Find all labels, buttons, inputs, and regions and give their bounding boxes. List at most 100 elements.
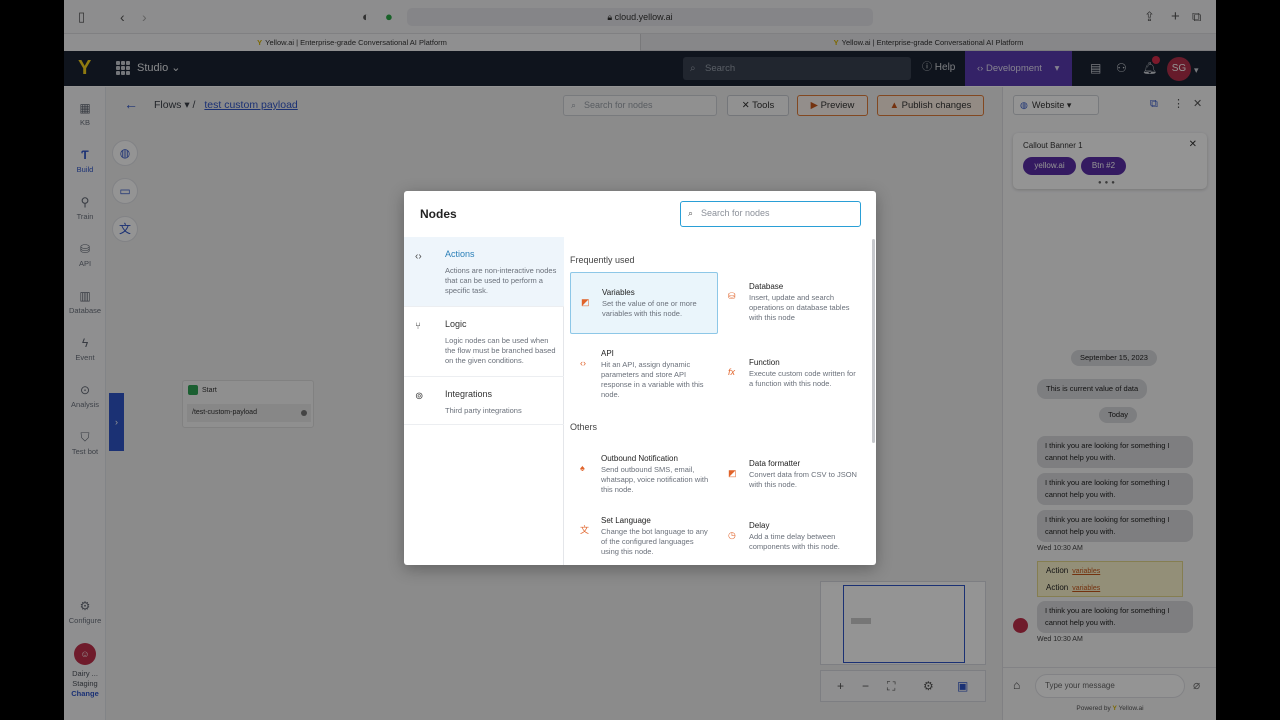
- category-logic[interactable]: ⑂ Logic Logic nodes can be used when the…: [404, 307, 564, 377]
- action-value-link[interactable]: variables: [1072, 585, 1100, 592]
- node-data-formatter[interactable]: ◩ Data formatter Convert data from CSV t…: [718, 444, 866, 506]
- add-user-icon[interactable]: ⚇: [1116, 61, 1127, 75]
- attachment-icon[interactable]: ⌀: [1193, 678, 1200, 692]
- start-node-title: Start: [202, 386, 217, 394]
- search-placeholder: Search for nodes: [701, 208, 770, 218]
- category-list: ‹› Actions Actions are non-interactive n…: [404, 237, 564, 565]
- section-others: Others: [570, 422, 598, 432]
- callout-button-2[interactable]: Btn #2: [1081, 157, 1126, 175]
- chevron-down-icon[interactable]: ▾: [1194, 63, 1199, 77]
- publish-button[interactable]: ▲ Publish changes: [877, 95, 984, 116]
- share-icon[interactable]: ⇪: [1144, 9, 1155, 25]
- category-actions[interactable]: ‹› Actions Actions are non-interactive n…: [404, 237, 564, 307]
- header-search-input[interactable]: ⌕ Search: [683, 57, 911, 80]
- open-external-icon[interactable]: ⧉: [1150, 98, 1158, 111]
- node-database[interactable]: ⛁ Database Insert, update and search ope…: [718, 267, 866, 329]
- category-desc: Third party integrations: [445, 406, 522, 415]
- rail-label: Build: [76, 165, 94, 174]
- rail-item-kb[interactable]: ▦ KB: [64, 101, 106, 127]
- action-card: Action variables Action variables: [1037, 561, 1183, 597]
- store-icon[interactable]: ▤: [1090, 61, 1101, 75]
- message-input[interactable]: Type your message: [1035, 674, 1185, 698]
- close-icon[interactable]: ✕: [1193, 98, 1202, 111]
- forward-icon[interactable]: ›: [142, 9, 147, 25]
- rail-item-event[interactable]: ϟ Event: [64, 336, 106, 362]
- bot-avatar: [1013, 618, 1028, 633]
- zoom-out-icon[interactable]: −: [862, 679, 869, 693]
- panel-expander-button[interactable]: ›: [109, 393, 124, 451]
- home-icon[interactable]: ⌂: [1013, 678, 1020, 692]
- more-icon[interactable]: ⋮: [1173, 98, 1184, 111]
- carousel-dots[interactable]: ●●●: [1098, 180, 1118, 186]
- rail-label: KB: [79, 118, 90, 127]
- translate-tool-icon[interactable]: 文: [112, 216, 138, 242]
- rail-item-api[interactable]: ⛁ API: [64, 242, 106, 268]
- preview-button[interactable]: ▶ Preview: [797, 95, 868, 116]
- start-node[interactable]: Start /test-custom-payload: [182, 380, 314, 428]
- globe-tool-icon[interactable]: ◍: [112, 140, 138, 166]
- sidebar-toggle-icon[interactable]: ▯: [78, 9, 85, 25]
- category-name: Logic: [445, 319, 467, 329]
- node-search-input[interactable]: ⌕ Search for nodes: [563, 95, 717, 116]
- rail-item-database[interactable]: ▥ Database: [64, 289, 106, 315]
- tab-active[interactable]: Y Yellow.ai | Enterprise-grade Conversati…: [64, 34, 640, 51]
- node-variables[interactable]: ◩ Variables Set the value of one or more…: [570, 272, 718, 334]
- channel-selector[interactable]: ◍ Website ▾: [1013, 95, 1099, 115]
- modal-search-input[interactable]: ⌕ Search for nodes: [680, 201, 861, 227]
- breadcrumb-flows[interactable]: Flows: [154, 99, 181, 111]
- workspace-avatar[interactable]: ☺: [74, 643, 96, 665]
- node-function[interactable]: fx Function Execute custom code written …: [718, 343, 866, 405]
- node-outbound-notification[interactable]: ♠ Outbound Notification Send outbound SM…: [570, 439, 718, 501]
- rail-item-train[interactable]: ⚲ Train: [64, 195, 106, 221]
- avatar[interactable]: SG: [1167, 57, 1191, 81]
- search-placeholder: Search: [705, 63, 736, 74]
- yellow-favicon-icon: Y: [257, 38, 263, 47]
- node-api[interactable]: ‹› API Hit an API, assign dynamic parame…: [570, 334, 718, 399]
- node-delay[interactable]: ◷ Delay Add a time delay between compone…: [718, 506, 866, 565]
- help-icon: ⓘ: [922, 62, 932, 73]
- address-bar[interactable]: 🔒︎ cloud.yellow.ai: [407, 8, 873, 26]
- link-icon: ⊚: [415, 391, 424, 402]
- change-link[interactable]: Change: [64, 689, 106, 699]
- category-integrations[interactable]: ⊚ Integrations Third party integrations: [404, 377, 564, 425]
- rail-item-configure[interactable]: ⚙ Configure: [64, 599, 106, 625]
- help-button[interactable]: ⓘ Help: [922, 61, 955, 75]
- yellow-logo[interactable]: Y: [78, 58, 98, 78]
- map-icon[interactable]: ▣: [957, 679, 968, 693]
- action-value-link[interactable]: variables: [1072, 568, 1100, 575]
- category-desc: Logic nodes can be used when the flow mu…: [445, 336, 556, 365]
- variables-tool-icon[interactable]: ▭: [112, 178, 138, 204]
- environment-selector[interactable]: ‹› Development ▾: [965, 51, 1072, 86]
- new-tab-icon[interactable]: +: [1171, 9, 1180, 25]
- breadcrumb-current-flow[interactable]: test custom payload: [204, 99, 297, 111]
- apps-grid-icon[interactable]: [116, 61, 130, 75]
- rail-item-build[interactable]: Ƭ Build: [64, 148, 106, 174]
- close-icon[interactable]: ✕: [1189, 139, 1197, 150]
- back-arrow-icon[interactable]: ←: [124, 96, 138, 112]
- studio-menu[interactable]: Studio ⌄: [137, 61, 180, 75]
- rail-item-test-bot[interactable]: ⛉ Test bot: [64, 430, 106, 456]
- connector-dot[interactable]: [301, 410, 307, 416]
- back-icon[interactable]: ‹: [120, 9, 125, 25]
- modal-scrollbar[interactable]: [872, 239, 875, 443]
- node-name: Database: [749, 282, 784, 291]
- minimap-viewport[interactable]: [843, 585, 965, 663]
- tab-inactive[interactable]: Y Yellow.ai | Enterprise-grade Conversati…: [640, 34, 1216, 51]
- tab-title: Yellow.ai | Enterprise-grade Conversatio…: [841, 38, 1024, 47]
- bot-message: I think you are looking for something I …: [1037, 510, 1193, 542]
- minimap[interactable]: [820, 581, 986, 665]
- left-rail: ▦ KB Ƭ Build ⚲ Train ⛁ API ▥ Database ϟ Event …: [64, 87, 106, 720]
- minimap-node: [851, 618, 871, 624]
- zoom-in-icon[interactable]: +: [837, 679, 844, 693]
- rail-item-analysis[interactable]: ⊙ Analysis: [64, 383, 106, 409]
- callout-button-1[interactable]: yellow.ai: [1023, 157, 1076, 175]
- tools-button[interactable]: ✕ Tools: [727, 95, 789, 116]
- workspace-info: Dairy ... Staging Change: [64, 669, 106, 699]
- tab-overview-icon[interactable]: ⧉: [1192, 9, 1201, 25]
- fit-screen-icon[interactable]: ⛶: [887, 679, 895, 693]
- node-name: Variables: [602, 288, 635, 297]
- node-set-language[interactable]: 文 Set Language Change the bot language t…: [570, 501, 718, 563]
- test-bot-icon: ⛉: [80, 430, 90, 444]
- grammarly-icon[interactable]: ●: [385, 9, 393, 25]
- settings-icon[interactable]: ⚙: [923, 679, 934, 693]
